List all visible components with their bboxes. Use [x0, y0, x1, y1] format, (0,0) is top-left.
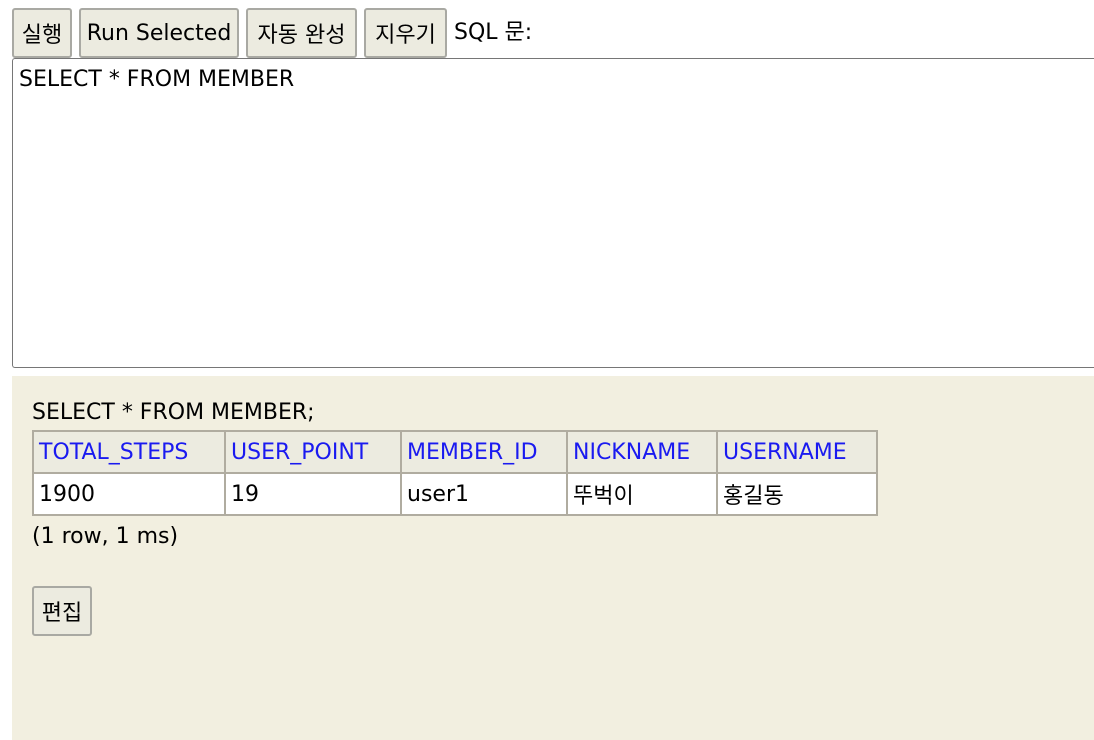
column-header-user-point[interactable]: USER_POINT [224, 430, 402, 474]
edit-button[interactable]: 편집 [32, 586, 92, 636]
sql-editor[interactable]: SELECT * FROM MEMBER [12, 58, 1094, 368]
cell-total-steps: 1900 [32, 472, 226, 516]
table-row: 1900 19 user1 뚜벅이 홍길동 [32, 472, 878, 516]
results-table: TOTAL_STEPS USER_POINT MEMBER_ID NICKNAM… [32, 430, 878, 516]
result-panel: SELECT * FROM MEMBER; TOTAL_STEPS USER_P… [12, 376, 1094, 740]
autocomplete-button[interactable]: 자동 완성 [246, 8, 357, 58]
table-header-row: TOTAL_STEPS USER_POINT MEMBER_ID NICKNAM… [32, 430, 878, 474]
column-header-nickname[interactable]: NICKNAME [566, 430, 718, 474]
cell-user-point: 19 [224, 472, 402, 516]
run-button[interactable]: 실행 [12, 8, 72, 58]
result-status: (1 row, 1 ms) [32, 524, 179, 549]
column-header-username[interactable]: USERNAME [716, 430, 878, 474]
column-header-total-steps[interactable]: TOTAL_STEPS [32, 430, 226, 474]
run-selected-button[interactable]: Run Selected [79, 8, 239, 58]
executed-query: SELECT * FROM MEMBER; [32, 400, 315, 425]
cell-nickname: 뚜벅이 [566, 472, 718, 516]
cell-member-id: user1 [400, 472, 568, 516]
toolbar: 실행 Run Selected 자동 완성 지우기 SQL 문: [12, 8, 532, 58]
clear-button[interactable]: 지우기 [364, 8, 447, 58]
cell-username: 홍길동 [716, 472, 878, 516]
sql-statement-label: SQL 문: [454, 20, 533, 45]
column-header-member-id[interactable]: MEMBER_ID [400, 430, 568, 474]
